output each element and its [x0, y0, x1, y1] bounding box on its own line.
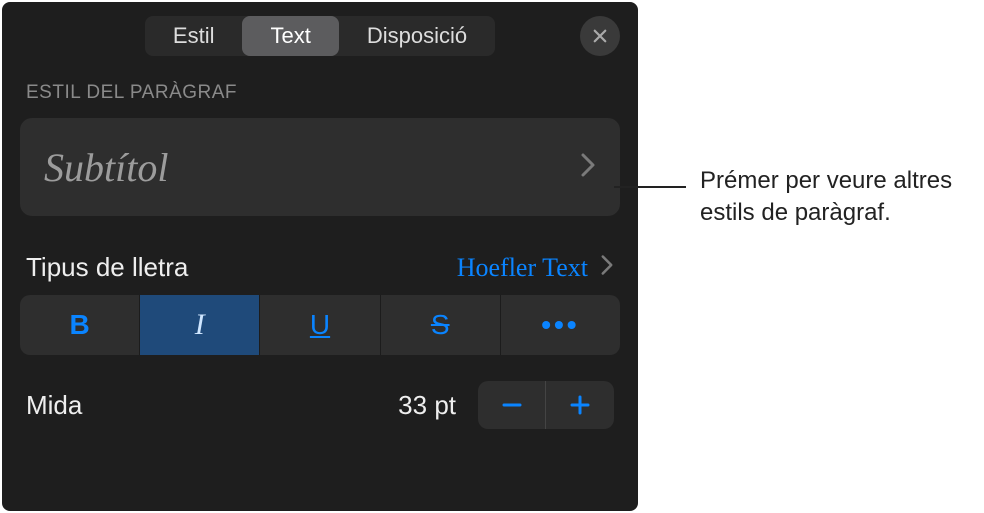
size-decrease-button[interactable] [478, 381, 546, 429]
size-stepper [478, 381, 614, 429]
bold-button[interactable]: B [20, 295, 140, 355]
italic-button[interactable]: I [140, 295, 260, 355]
minus-icon [500, 393, 524, 417]
font-row: Tipus de lletra Hoefler Text [26, 252, 614, 283]
size-row: Mida 33 pt [26, 381, 614, 429]
font-picker[interactable]: Hoefler Text [457, 253, 614, 283]
segmented-control: Estil Text Disposició [20, 16, 620, 56]
more-styles-button[interactable]: ••• [501, 295, 620, 355]
paragraph-style-section-label: ESTIL DEL PARÀGRAF [26, 82, 614, 104]
paragraph-style-current: Subtítol [44, 144, 168, 191]
tab-layout[interactable]: Disposició [339, 16, 495, 56]
strikethrough-button[interactable]: S [381, 295, 501, 355]
size-label: Mida [26, 390, 82, 421]
tab-style[interactable]: Estil [145, 16, 243, 56]
font-value: Hoefler Text [457, 253, 588, 283]
strikethrough-glyph: S [431, 309, 450, 341]
italic-glyph: I [195, 308, 205, 342]
size-value: 33 pt [398, 390, 456, 421]
underline-button[interactable]: U [260, 295, 380, 355]
text-style-buttons: B I U S ••• [20, 295, 620, 355]
callout-leader-line [614, 186, 686, 188]
font-label: Tipus de lletra [26, 252, 188, 283]
callout-text: Prémer per veure altres estils de paràgr… [700, 165, 970, 230]
underline-glyph: U [310, 309, 330, 341]
tab-text[interactable]: Text [242, 16, 338, 56]
text-format-panel: Estil Text Disposició ESTIL DEL PARÀGRAF… [2, 2, 638, 511]
chevron-right-icon [600, 254, 614, 281]
bold-glyph: B [69, 309, 89, 341]
size-increase-button[interactable] [546, 381, 614, 429]
ellipsis-icon: ••• [541, 309, 579, 341]
paragraph-style-picker[interactable]: Subtítol [20, 118, 620, 216]
plus-icon [568, 393, 592, 417]
chevron-right-icon [580, 152, 596, 183]
